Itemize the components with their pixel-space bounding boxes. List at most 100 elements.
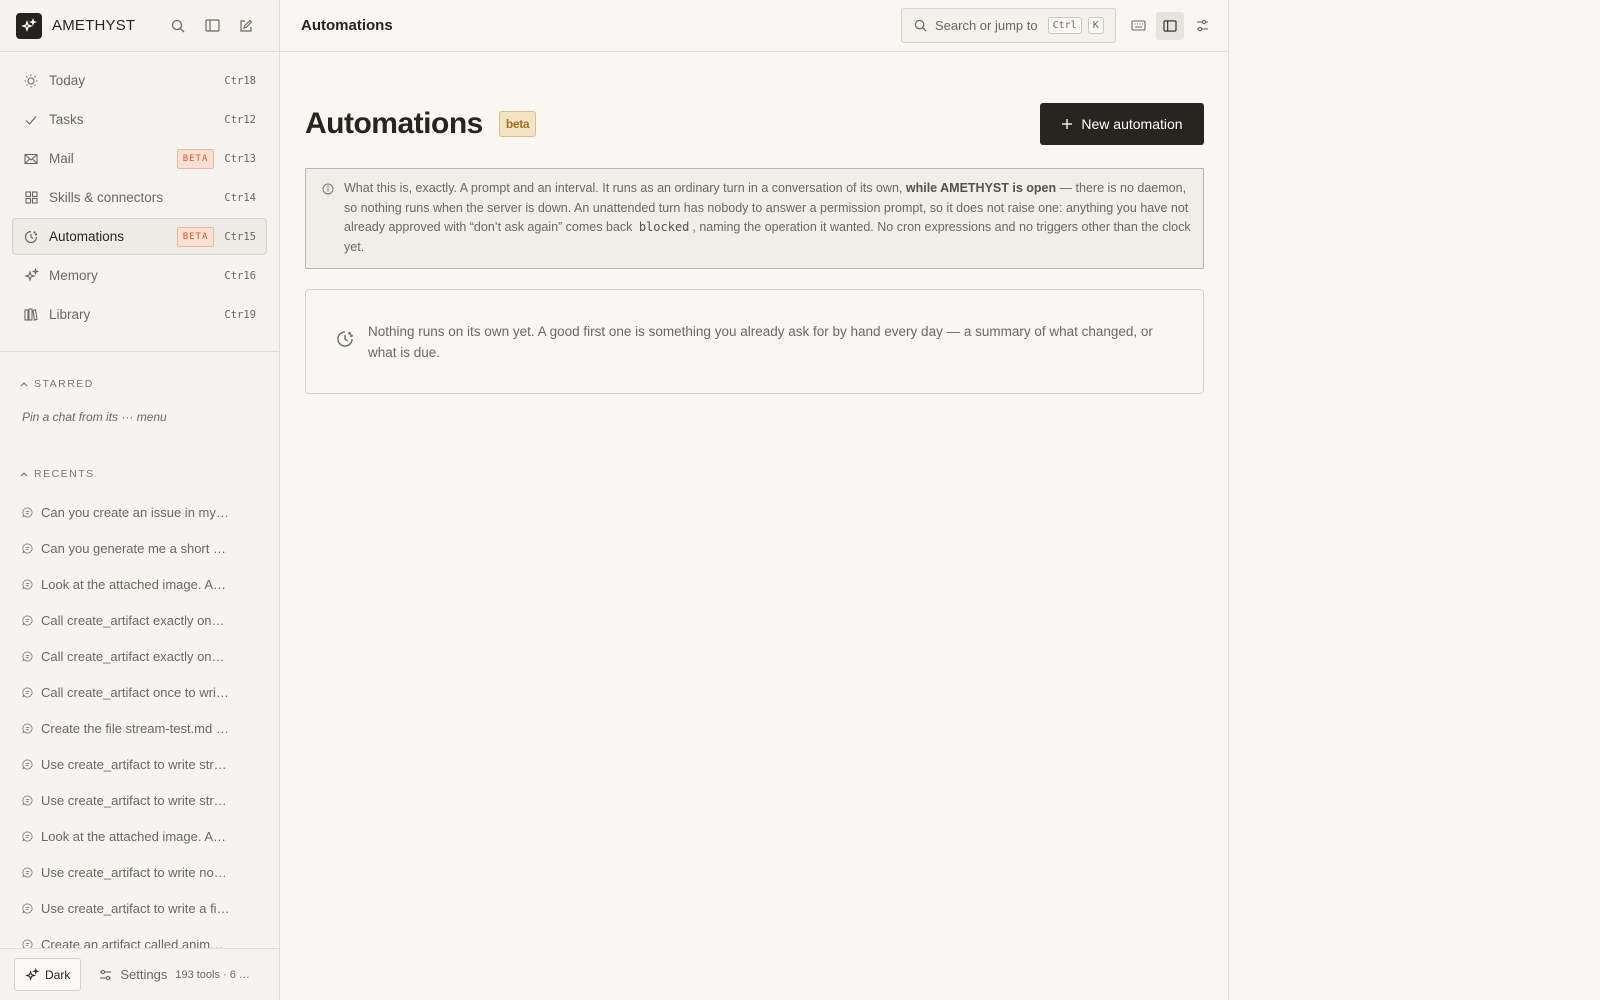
recent-chat-item[interactable]: Look at the attached image. A…	[0, 818, 279, 854]
topbar-title: Automations	[301, 17, 393, 34]
chat-bubble-icon	[21, 866, 33, 878]
recent-chat-item[interactable]: Use create_artifact to write a fi…	[0, 890, 279, 926]
recent-chat-label: Create the file stream-test.md …	[41, 720, 229, 736]
sliders-icon	[100, 969, 112, 980]
recent-chat-item[interactable]: Use create_artifact to write str…	[0, 782, 279, 818]
recent-chat-item[interactable]: Call create_artifact once to wri…	[0, 674, 279, 710]
starred-section-toggle[interactable]: STARRED	[0, 378, 279, 390]
info-code: blocked	[638, 220, 690, 234]
chevron-up-icon	[20, 378, 28, 390]
recent-chat-label: Use create_artifact to write a fi…	[41, 900, 230, 916]
sidebar-header: AMETHYST	[0, 0, 279, 52]
panel-toggle-icon[interactable]	[1156, 11, 1184, 40]
nav-label: Library	[49, 307, 91, 322]
info-icon	[322, 182, 334, 200]
nav-label: Mail	[49, 151, 74, 166]
recent-chat-label: Use create_artifact to write str…	[41, 792, 227, 808]
settings-label: Settings	[120, 967, 168, 982]
nav-label: Automations	[49, 229, 125, 244]
nav-shortcut: Ctr16	[224, 269, 256, 282]
plus-icon	[1062, 119, 1073, 129]
nav-item-memory[interactable]: Memory Ctr16	[12, 257, 267, 294]
recent-chat-label: Can you create an issue in my…	[41, 504, 229, 520]
search-placeholder: Search or jump to	[935, 18, 1038, 33]
page-title: Automations	[305, 107, 483, 140]
theme-toggle-button[interactable]: Dark	[14, 958, 82, 991]
recent-chat-item[interactable]: Use create_artifact to write no…	[0, 854, 279, 890]
sidebar-footer: Dark Settings 193 tools · 6 …	[0, 948, 279, 1000]
page-header: Automations beta New automation	[305, 103, 1204, 145]
recent-chat-item[interactable]: Call create_artifact exactly on…	[0, 638, 279, 674]
settings-button[interactable]: Settings 193 tools · 6 …	[99, 967, 250, 982]
chat-bubble-icon	[21, 686, 33, 698]
chat-bubble-icon	[21, 758, 33, 770]
nav-shortcut: Ctr14	[224, 191, 256, 204]
nav-label: Tasks	[49, 112, 84, 127]
new-chat-icon[interactable]	[229, 13, 263, 39]
nav-shortcut: Ctr19	[224, 308, 256, 321]
sparkle-icon	[23, 268, 39, 284]
recents-section-toggle[interactable]: RECENTS	[0, 468, 279, 480]
nav-item-today[interactable]: Today Ctr18	[12, 62, 267, 99]
nav-shortcut: Ctr18	[224, 74, 256, 87]
app-logo-icon[interactable]	[16, 12, 42, 39]
nav-shortcut: Ctr12	[224, 113, 256, 126]
empty-state: Nothing runs on its own yet. A good firs…	[305, 289, 1204, 394]
nav-label: Memory	[49, 268, 98, 283]
recent-chat-item[interactable]: Use create_artifact to write str…	[0, 746, 279, 782]
recent-chat-item[interactable]: Create the file stream-test.md …	[0, 710, 279, 746]
recents-list: Can you create an issue in my… Can you ge…	[0, 494, 279, 962]
check-icon	[23, 112, 39, 128]
books-icon	[23, 307, 39, 323]
recent-chat-item[interactable]: Can you create an issue in my…	[0, 494, 279, 530]
keyboard-icon[interactable]	[1124, 12, 1152, 40]
recent-chat-label: Call create_artifact exactly on…	[41, 648, 225, 664]
nav-item-skills-connectors[interactable]: Skills & connectors Ctr14	[12, 179, 267, 216]
nav-item-automations[interactable]: Automations BETA Ctr15	[12, 218, 267, 255]
search-input[interactable]: Search or jump to Ctrl K	[901, 8, 1116, 43]
recent-chat-label: Use create_artifact to write no…	[41, 864, 227, 880]
sidebar-toggle-icon[interactable]	[195, 13, 229, 39]
nav-item-mail[interactable]: Mail BETA Ctr13	[12, 140, 267, 177]
recent-chat-item[interactable]: Look at the attached image. A…	[0, 566, 279, 602]
search-icon	[914, 19, 927, 32]
mail-icon	[23, 151, 39, 167]
tools-summary: 193 tools · 6 …	[175, 968, 250, 981]
nav-label: Skills & connectors	[49, 190, 164, 205]
primary-nav: Today Ctr18 Tasks Ctr12 Mail BETA Ctr13 …	[0, 52, 279, 352]
nav-item-library[interactable]: Library Ctr19	[12, 296, 267, 333]
chat-bubble-icon	[21, 506, 33, 518]
recent-chat-item[interactable]: Call create_artifact exactly on…	[0, 602, 279, 638]
info-lead: What this is, exactly. A prompt and an i…	[344, 181, 906, 195]
nav-item-tasks[interactable]: Tasks Ctr12	[12, 101, 267, 138]
starred-heading: STARRED	[34, 378, 94, 390]
clock-icon	[336, 330, 354, 353]
empty-state-text: Nothing runs on its own yet. A good firs…	[368, 323, 1153, 360]
recent-chat-item[interactable]: Can you generate me a short …	[0, 530, 279, 566]
chat-bubble-icon	[21, 578, 33, 590]
chat-bubble-icon	[21, 902, 33, 914]
sliders-icon[interactable]	[1188, 12, 1216, 40]
starred-empty-text: Pin a chat from its ··· menu	[22, 410, 167, 424]
nav-shortcut: Ctr15	[224, 230, 256, 243]
search-icon[interactable]	[161, 13, 195, 39]
chat-bubble-icon	[21, 722, 33, 734]
app-name: AMETHYST	[52, 17, 136, 34]
beta-badge: BETA	[176, 148, 215, 169]
new-automation-button[interactable]: New automation	[1040, 103, 1204, 145]
chat-bubble-icon	[21, 794, 33, 806]
recent-chat-label: Look at the attached image. A…	[41, 828, 227, 844]
chevron-up-icon	[20, 468, 28, 480]
recent-chat-label: Call create_artifact once to wri…	[41, 684, 229, 700]
chat-bubble-icon	[21, 830, 33, 842]
recent-chat-label: Look at the attached image. A…	[41, 576, 227, 592]
clock-icon	[23, 229, 39, 245]
recent-chat-label: Can you generate me a short …	[41, 540, 226, 556]
new-automation-label: New automation	[1081, 116, 1183, 132]
recent-chat-label: Call create_artifact exactly on…	[41, 612, 225, 628]
search-shortcut-key: Ctrl	[1047, 17, 1082, 34]
search-shortcut-key: K	[1087, 17, 1104, 34]
info-bold: while AMETHYST is open	[905, 181, 1057, 195]
grid-icon	[23, 190, 39, 206]
sparkle-icon	[25, 967, 39, 981]
